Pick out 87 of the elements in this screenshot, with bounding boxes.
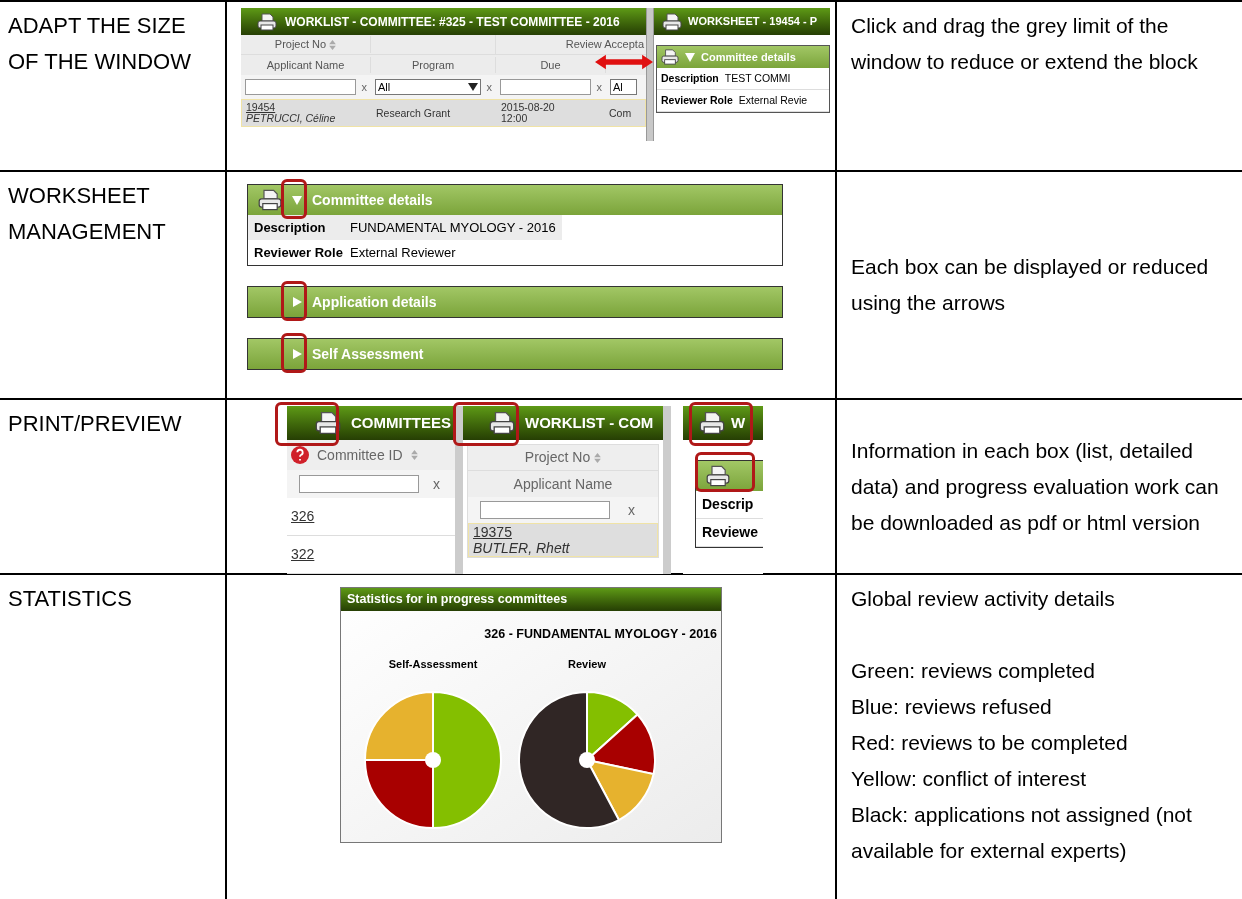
printer-icon[interactable]: [706, 465, 730, 487]
highlight-frame: [453, 402, 519, 446]
table-cell: Com: [609, 106, 632, 119]
panel-title: WORKLIST - COM: [525, 412, 654, 433]
clear-filter-button[interactable]: x: [361, 78, 367, 96]
field-label: Reviewer Role: [661, 92, 733, 108]
field-label: Description: [661, 70, 719, 86]
description-text: Each box can be displayed or reduced using the arrows: [851, 254, 1210, 316]
filter-field[interactable]: [299, 475, 419, 493]
printer-icon[interactable]: [257, 12, 277, 31]
field-value: TEST COMMI: [724, 70, 791, 86]
chart-title: Review: [568, 656, 606, 672]
filter-field[interactable]: [245, 79, 356, 95]
highlight-frame: [281, 281, 307, 321]
clear-filter-button[interactable]: x: [596, 78, 602, 96]
column-header: Review Accepta: [565, 37, 644, 53]
highlight-frame: [281, 333, 307, 373]
project-link[interactable]: 19375: [473, 524, 512, 540]
panel-title: W: [731, 412, 746, 433]
printer-icon[interactable]: [661, 49, 679, 65]
sort-icon[interactable]: [410, 450, 418, 460]
field-label: Description: [253, 218, 327, 237]
panel-title: COMMITTEES: [351, 412, 451, 433]
field-value: External Revie: [738, 92, 808, 108]
column-header[interactable]: Project No: [274, 36, 327, 53]
applicant-name: BUTLER, Rhett: [473, 540, 570, 556]
table-cell: Research Grant: [376, 106, 451, 119]
dropdown-arrow-icon[interactable]: [467, 83, 478, 91]
field-label: Reviewer Role: [253, 243, 344, 262]
highlight-frame: [275, 402, 339, 446]
field-value: External Reviewer: [350, 243, 457, 262]
description-text: Global review activity details: [851, 586, 1116, 612]
clear-filter-button[interactable]: x: [628, 499, 635, 521]
printer-icon[interactable]: [315, 411, 341, 435]
highlight-frame: [689, 402, 753, 446]
right-triangle-icon[interactable]: [292, 297, 302, 307]
resize-splitter[interactable]: [646, 8, 654, 141]
field-label: Descrip: [702, 495, 754, 514]
double-arrow-icon: [595, 54, 653, 70]
description-text: Black: applications not assigned (not available for external experts): [851, 802, 1193, 864]
filter-select[interactable]: Al: [610, 79, 637, 95]
description-text: Blue: reviews refused: [851, 694, 1053, 720]
down-triangle-icon[interactable]: [292, 195, 302, 205]
description-text: Green: reviews completed: [851, 658, 1096, 684]
right-triangle-icon[interactable]: [292, 349, 302, 359]
column-header: Applicant Name: [513, 474, 613, 494]
filter-field[interactable]: [480, 501, 610, 519]
filter-select[interactable]: All: [375, 79, 481, 95]
highlight-frame: [281, 179, 307, 219]
description-text: Yellow: conflict of interest: [851, 766, 1087, 792]
row-label: PRINT/PREVIEW: [7, 410, 183, 438]
down-triangle-icon[interactable]: [685, 52, 695, 62]
applicant-name: PETRUCCI, Céline: [246, 113, 337, 124]
table-cell-text: 12:00: [501, 113, 529, 124]
row-label: ADAPT THE SIZE OF THE WINDOW: [7, 12, 192, 76]
field-value: FUNDAMENTAL MYOLOGY - 2016: [350, 218, 557, 237]
printer-icon[interactable]: [662, 12, 682, 31]
printer-icon[interactable]: [258, 189, 282, 211]
committee-link[interactable]: 326: [291, 506, 315, 527]
clear-filter-button[interactable]: x: [486, 78, 492, 96]
committee-link[interactable]: 322: [291, 544, 315, 565]
sort-icon[interactable]: [594, 452, 602, 463]
field-label: Reviewe: [702, 523, 759, 542]
clear-filter-button[interactable]: x: [433, 473, 440, 495]
panel-title: Statistics for in progress committees: [347, 591, 568, 609]
row-label: STATISTICS: [7, 585, 133, 613]
project-link[interactable]: 19454: [246, 102, 372, 113]
column-header: Applicant Name: [266, 57, 345, 73]
printer-icon[interactable]: [489, 411, 515, 435]
panel-title: WORKLIST - COMMITTEE: #325 - TEST COMMITTEE - 2016: [285, 13, 620, 31]
description-text: Red: reviews to be completed: [851, 730, 1129, 756]
help-icon[interactable]: [291, 446, 309, 464]
chart-title: Self-Assessment: [388, 656, 478, 672]
column-header: Program: [411, 57, 455, 73]
highlight-frame: [695, 452, 755, 492]
chart-heading: 326 - FUNDAMENTAL MYOLOGY - 2016: [484, 626, 717, 643]
description-text: Click and drag the grey limit of the window to reduce or extend the block: [851, 13, 1199, 75]
row-label: WORKSHEET MANAGEMENT: [7, 182, 167, 246]
table-row[interactable]: 19375 BUTLER, Rhett: [468, 523, 658, 557]
table-row[interactable]: 19454 PETRUCCI, Céline Research Grant 2015-08-20 12:00 Com: [241, 99, 646, 127]
sort-icon[interactable]: [329, 39, 337, 50]
table-cell-text: 2015-08-20: [501, 102, 556, 113]
panel-title: WORKSHEET - 19454 - P: [688, 14, 817, 30]
column-header: Due: [540, 57, 561, 73]
printer-icon[interactable]: [699, 411, 725, 435]
description-text: Information in each box (list, detailed data) and progress evaluation work can be downloaded as pdf or html version: [851, 437, 1220, 536]
filter-field[interactable]: [500, 79, 591, 95]
